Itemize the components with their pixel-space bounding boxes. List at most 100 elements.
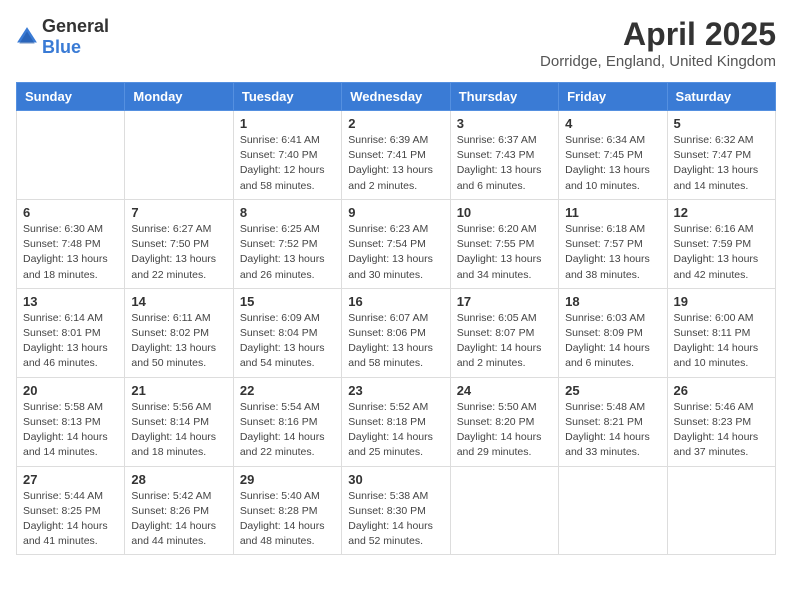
day-number: 8	[240, 205, 335, 220]
calendar-cell: 13 Sunrise: 6:14 AMSunset: 8:01 PMDayligh…	[17, 288, 125, 377]
day-info: Sunrise: 6:30 AMSunset: 7:48 PMDaylight:…	[23, 222, 118, 283]
day-number: 30	[348, 472, 443, 487]
calendar-cell: 5 Sunrise: 6:32 AMSunset: 7:47 PMDaylight…	[667, 111, 775, 200]
day-info: Sunrise: 6:20 AMSunset: 7:55 PMDaylight:…	[457, 222, 552, 283]
calendar-cell: 28 Sunrise: 5:42 AMSunset: 8:26 PMDayligh…	[125, 466, 233, 555]
calendar-cell: 24 Sunrise: 5:50 AMSunset: 8:20 PMDayligh…	[450, 377, 558, 466]
calendar-cell: 15Sunrise: 6:09 AMSunset: 8:04 PMDayligh…	[233, 288, 341, 377]
subtitle: Dorridge, England, United Kingdom	[540, 53, 776, 70]
calendar-header-wednesday: Wednesday	[342, 83, 450, 111]
day-number: 29	[240, 472, 335, 487]
day-number: 13	[23, 294, 118, 309]
day-info: Sunrise: 6:16 AMSunset: 7:59 PMDaylight:…	[674, 222, 769, 283]
calendar-cell: 8 Sunrise: 6:25 AMSunset: 7:52 PMDaylight…	[233, 199, 341, 288]
calendar-cell: 27 Sunrise: 5:44 AMSunset: 8:25 PMDayligh…	[17, 466, 125, 555]
header: General Blue April 2025 Dorridge, Englan…	[16, 16, 776, 70]
calendar-cell: 18 Sunrise: 6:03 AMSunset: 8:09 PMDayligh…	[559, 288, 667, 377]
calendar-cell: 9Sunrise: 6:23 AMSunset: 7:54 PMDaylight…	[342, 199, 450, 288]
day-number: 2	[348, 116, 443, 131]
day-number: 16	[348, 294, 443, 309]
day-number: 10	[457, 205, 552, 220]
day-info: Sunrise: 5:58 AMSunset: 8:13 PMDaylight:…	[23, 400, 118, 461]
logo: General Blue	[16, 16, 109, 58]
main-title: April 2025	[540, 16, 776, 53]
calendar-cell	[667, 466, 775, 555]
calendar-cell: 22 Sunrise: 5:54 AMSunset: 8:16 PMDayligh…	[233, 377, 341, 466]
day-number: 24	[457, 383, 552, 398]
week-row-3: 13 Sunrise: 6:14 AMSunset: 8:01 PMDayligh…	[17, 288, 776, 377]
day-info: Sunrise: 5:52 AMSunset: 8:18 PMDaylight:…	[348, 400, 443, 461]
day-info: Sunrise: 6:25 AMSunset: 7:52 PMDaylight:…	[240, 222, 335, 283]
calendar-cell: 26 Sunrise: 5:46 AMSunset: 8:23 PMDayligh…	[667, 377, 775, 466]
day-info: Sunrise: 6:14 AMSunset: 8:01 PMDaylight:…	[23, 311, 118, 372]
day-info: Sunrise: 5:54 AMSunset: 8:16 PMDaylight:…	[240, 400, 335, 461]
week-row-5: 27 Sunrise: 5:44 AMSunset: 8:25 PMDayligh…	[17, 466, 776, 555]
day-info: Sunrise: 6:39 AMSunset: 7:41 PMDaylight:…	[348, 133, 443, 194]
day-number: 4	[565, 116, 660, 131]
day-info: Sunrise: 6:37 AMSunset: 7:43 PMDaylight:…	[457, 133, 552, 194]
calendar-cell: 4 Sunrise: 6:34 AMSunset: 7:45 PMDaylight…	[559, 111, 667, 200]
day-number: 25	[565, 383, 660, 398]
day-info: Sunrise: 5:46 AMSunset: 8:23 PMDaylight:…	[674, 400, 769, 461]
day-number: 14	[131, 294, 226, 309]
day-info: Sunrise: 6:27 AMSunset: 7:50 PMDaylight:…	[131, 222, 226, 283]
day-number: 22	[240, 383, 335, 398]
calendar-cell: 1Sunrise: 6:41 AMSunset: 7:40 PMDaylight…	[233, 111, 341, 200]
calendar-cell: 2 Sunrise: 6:39 AMSunset: 7:41 PMDaylight…	[342, 111, 450, 200]
calendar-cell	[559, 466, 667, 555]
calendar-header-saturday: Saturday	[667, 83, 775, 111]
day-info: Sunrise: 5:50 AMSunset: 8:20 PMDaylight:…	[457, 400, 552, 461]
calendar-cell: 14Sunrise: 6:11 AMSunset: 8:02 PMDayligh…	[125, 288, 233, 377]
day-info: Sunrise: 6:18 AMSunset: 7:57 PMDaylight:…	[565, 222, 660, 283]
calendar-cell: 19 Sunrise: 6:00 AMSunset: 8:11 PMDayligh…	[667, 288, 775, 377]
calendar-cell: 30 Sunrise: 5:38 AMSunset: 8:30 PMDayligh…	[342, 466, 450, 555]
calendar-cell: 21Sunrise: 5:56 AMSunset: 8:14 PMDayligh…	[125, 377, 233, 466]
day-info: Sunrise: 6:00 AMSunset: 8:11 PMDaylight:…	[674, 311, 769, 372]
calendar-cell	[125, 111, 233, 200]
calendar-cell: 10 Sunrise: 6:20 AMSunset: 7:55 PMDayligh…	[450, 199, 558, 288]
day-number: 26	[674, 383, 769, 398]
day-number: 28	[131, 472, 226, 487]
day-info: Sunrise: 6:07 AMSunset: 8:06 PMDaylight:…	[348, 311, 443, 372]
day-number: 7	[131, 205, 226, 220]
day-number: 19	[674, 294, 769, 309]
calendar-cell: 17 Sunrise: 6:05 AMSunset: 8:07 PMDayligh…	[450, 288, 558, 377]
calendar-cell: 12 Sunrise: 6:16 AMSunset: 7:59 PMDayligh…	[667, 199, 775, 288]
calendar-header-tuesday: Tuesday	[233, 83, 341, 111]
day-number: 18	[565, 294, 660, 309]
day-info: Sunrise: 6:03 AMSunset: 8:09 PMDaylight:…	[565, 311, 660, 372]
calendar-header-thursday: Thursday	[450, 83, 558, 111]
day-number: 3	[457, 116, 552, 131]
day-number: 1	[240, 116, 335, 131]
calendar-header-sunday: Sunday	[17, 83, 125, 111]
day-info: Sunrise: 6:05 AMSunset: 8:07 PMDaylight:…	[457, 311, 552, 372]
day-info: Sunrise: 5:44 AMSunset: 8:25 PMDaylight:…	[23, 489, 118, 550]
day-number: 15	[240, 294, 335, 309]
calendar-header-friday: Friday	[559, 83, 667, 111]
logo-text: General Blue	[42, 16, 109, 58]
day-number: 27	[23, 472, 118, 487]
day-info: Sunrise: 5:48 AMSunset: 8:21 PMDaylight:…	[565, 400, 660, 461]
calendar-cell: 29Sunrise: 5:40 AMSunset: 8:28 PMDayligh…	[233, 466, 341, 555]
logo-blue: Blue	[42, 37, 81, 57]
logo-general: General	[42, 16, 109, 36]
day-number: 5	[674, 116, 769, 131]
calendar-cell	[450, 466, 558, 555]
calendar-header-monday: Monday	[125, 83, 233, 111]
day-number: 6	[23, 205, 118, 220]
calendar-header-row: SundayMondayTuesdayWednesdayThursdayFrid…	[17, 83, 776, 111]
week-row-2: 6 Sunrise: 6:30 AMSunset: 7:48 PMDaylight…	[17, 199, 776, 288]
calendar-cell: 25 Sunrise: 5:48 AMSunset: 8:21 PMDayligh…	[559, 377, 667, 466]
day-number: 17	[457, 294, 552, 309]
day-info: Sunrise: 5:42 AMSunset: 8:26 PMDaylight:…	[131, 489, 226, 550]
day-info: Sunrise: 5:38 AMSunset: 8:30 PMDaylight:…	[348, 489, 443, 550]
day-number: 12	[674, 205, 769, 220]
day-number: 23	[348, 383, 443, 398]
day-info: Sunrise: 6:32 AMSunset: 7:47 PMDaylight:…	[674, 133, 769, 194]
calendar-cell: 3 Sunrise: 6:37 AMSunset: 7:43 PMDaylight…	[450, 111, 558, 200]
calendar-cell: 6 Sunrise: 6:30 AMSunset: 7:48 PMDaylight…	[17, 199, 125, 288]
calendar-cell: 7 Sunrise: 6:27 AMSunset: 7:50 PMDaylight…	[125, 199, 233, 288]
day-info: Sunrise: 6:34 AMSunset: 7:45 PMDaylight:…	[565, 133, 660, 194]
calendar-cell: 20Sunrise: 5:58 AMSunset: 8:13 PMDayligh…	[17, 377, 125, 466]
day-number: 11	[565, 205, 660, 220]
